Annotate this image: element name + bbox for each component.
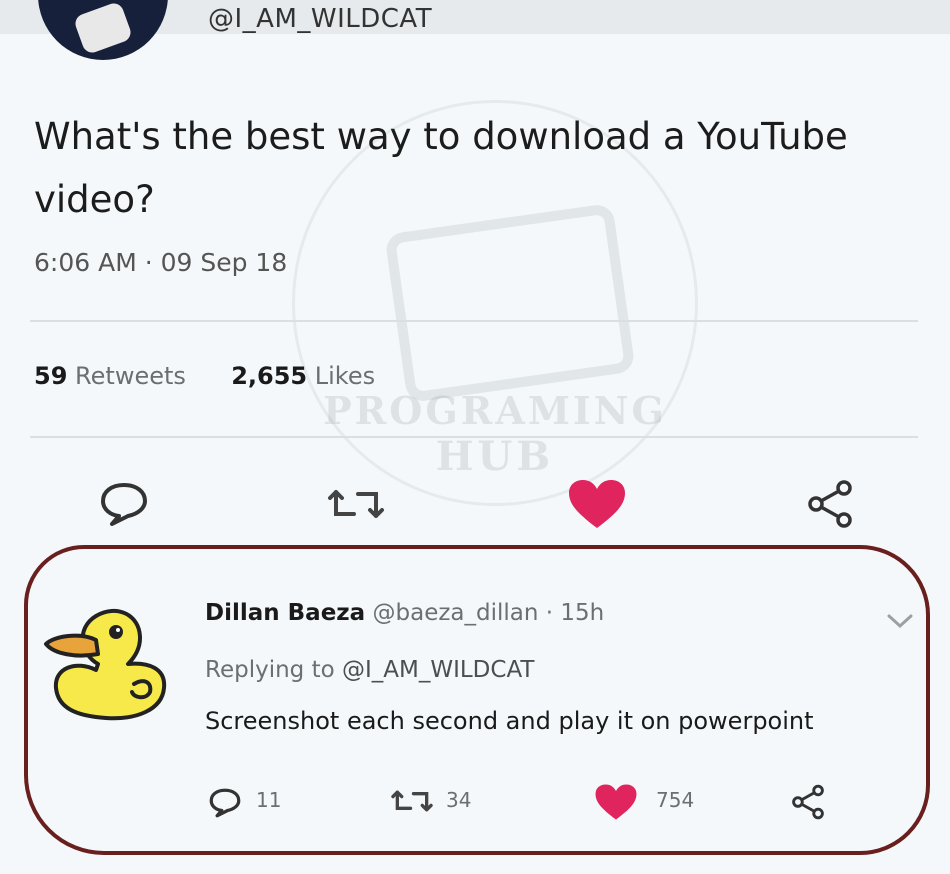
more-options-button[interactable] — [886, 612, 914, 634]
watermark-subtitle: HUB — [435, 433, 555, 480]
replying-to-prefix: Replying to — [205, 657, 335, 683]
likes-stat[interactable]: 2,655 Likes — [231, 362, 375, 390]
reply-button[interactable] — [92, 478, 156, 528]
reply-icon — [101, 483, 147, 526]
reply-reply-button[interactable] — [205, 782, 245, 822]
watermark-title: PROGRAMING — [323, 388, 667, 433]
tablet-icon — [384, 202, 636, 404]
likes-count: 2,655 — [231, 362, 308, 390]
reply-share-button[interactable] — [786, 780, 830, 824]
reply-retweets-count: 34 — [446, 788, 472, 812]
avatar-highlight — [72, 0, 134, 56]
tweet-handle[interactable]: @I_AM_WILDCAT — [208, 4, 432, 34]
duck-icon — [44, 609, 167, 721]
reply-avatar[interactable] — [36, 598, 176, 732]
reply-retweet-button[interactable] — [388, 784, 436, 818]
like-button[interactable] — [562, 478, 632, 530]
retweet-icon — [391, 790, 433, 812]
retweet-button[interactable] — [324, 482, 388, 526]
reply-likes-count: 754 — [656, 788, 695, 812]
chevron-down-icon — [887, 614, 913, 629]
tweet-stats: 59 Retweets 2,655 Likes — [34, 362, 375, 390]
retweet-icon — [328, 490, 384, 518]
heart-icon — [569, 480, 625, 528]
reply-text: Screenshot each second and play it on po… — [205, 707, 814, 735]
share-icon — [808, 480, 852, 528]
reply-header: Dillan Baeza @baeza_dillan · 15h — [205, 600, 604, 626]
retweets-count: 59 — [34, 362, 68, 390]
divider — [30, 436, 918, 438]
likes-label: Likes — [314, 362, 376, 390]
replying-to-mention[interactable]: @I_AM_WILDCAT — [342, 657, 534, 683]
reply-age[interactable]: 15h — [560, 600, 604, 626]
tweet-text: What's the best way to download a YouTub… — [34, 115, 848, 221]
heart-icon — [595, 784, 637, 820]
reply-icon — [209, 788, 241, 818]
separator-dot: · — [545, 600, 554, 626]
share-icon — [792, 784, 824, 820]
reply-replies-count: 11 — [256, 788, 282, 812]
avatar[interactable] — [38, 0, 168, 60]
retweets-label: Retweets — [75, 362, 186, 390]
reply-like-button[interactable] — [592, 782, 640, 822]
reply-author-handle[interactable]: @baeza_dillan — [373, 600, 539, 626]
share-button[interactable] — [800, 476, 860, 532]
tweet-timestamp[interactable]: 6:06 AM · 09 Sep 18 — [34, 248, 287, 277]
reply-author-name[interactable]: Dillan Baeza — [205, 600, 365, 626]
replying-to-line: Replying to @I_AM_WILDCAT — [205, 657, 534, 683]
divider — [30, 320, 918, 322]
retweets-stat[interactable]: 59 Retweets — [34, 362, 186, 390]
